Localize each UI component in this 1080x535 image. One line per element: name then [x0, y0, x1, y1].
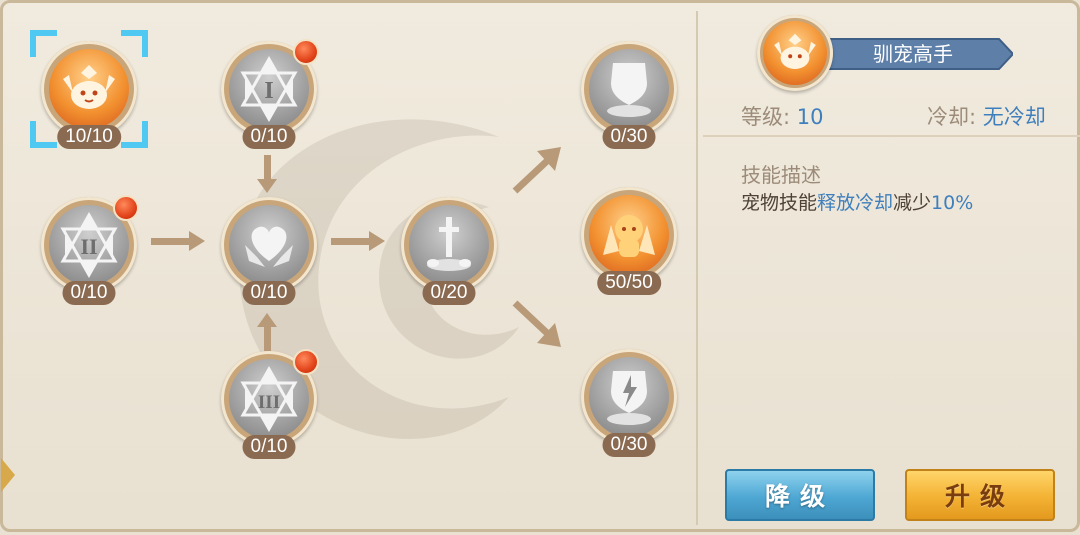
- desc-highlight: 10%: [931, 192, 974, 214]
- skill-level-count: 0/10: [242, 281, 296, 305]
- level-value: 10: [796, 105, 824, 129]
- upgrade-button[interactable]: 升级: [905, 469, 1055, 521]
- skill-level-count: 50/50: [597, 271, 661, 295]
- skill-level-count: 0/10: [62, 281, 116, 305]
- notification-dot: [113, 195, 139, 221]
- skill-node-shield[interactable]: 0/30: [581, 41, 677, 149]
- skill-tree-panel: 10/10 I 0/10 II 0/10 0/10 III 0/10 0/20 …: [0, 0, 1080, 532]
- skill-node-shield-bolt[interactable]: 0/30: [581, 349, 677, 457]
- svg-text:I: I: [264, 78, 273, 104]
- pet-face-icon: [63, 65, 115, 109]
- skill-node-heart[interactable]: 0/10: [221, 197, 317, 305]
- level-label: 等级:: [741, 105, 791, 129]
- arrow-right-icon: [151, 231, 205, 251]
- downgrade-button[interactable]: 降级: [725, 469, 875, 521]
- sword-icon: [427, 217, 471, 271]
- skill-level-count: 0/10: [242, 125, 296, 149]
- description-text: 宠物技能释放冷却减少10%: [741, 188, 973, 215]
- level-stat: 等级: 10: [741, 101, 824, 131]
- cooldown-stat: 冷却: 无冷却: [927, 101, 1046, 131]
- skill-detail-panel: 驯宠高手 等级: 10 冷却: 无冷却 技能描述 宠物技能释放冷却减少10% 降…: [703, 3, 1080, 535]
- desc-highlight: 释放冷却: [817, 192, 894, 214]
- arrow-up-icon: [257, 313, 277, 351]
- shield-icon: [607, 63, 651, 117]
- arrow-down-right-icon: [512, 300, 561, 347]
- skill-level-count: 0/20: [422, 281, 476, 305]
- skill-node-rune-i[interactable]: I 0/10: [221, 39, 319, 149]
- panel-divider: [696, 11, 698, 525]
- detail-divider: [703, 135, 1080, 137]
- arrow-down-icon: [257, 155, 277, 193]
- cooldown-label: 冷却:: [927, 105, 977, 129]
- skill-node-spirit[interactable]: 50/50: [581, 187, 677, 295]
- skill-node-rune-iii[interactable]: III 0/10: [221, 349, 319, 459]
- description-title: 技能描述: [741, 163, 821, 187]
- svg-text:II: II: [80, 234, 97, 259]
- pet-face-icon: [774, 33, 816, 69]
- shield-bolt-icon: [607, 371, 651, 425]
- skill-level-count: 0/30: [602, 433, 656, 457]
- skill-tree: 10/10 I 0/10 II 0/10 0/10 III 0/10 0/20 …: [9, 7, 693, 527]
- skill-node-pet-master[interactable]: 10/10: [30, 30, 148, 149]
- selected-skill-icon: [757, 15, 833, 91]
- skill-level-count: 0/30: [602, 125, 656, 149]
- svg-text:III: III: [258, 392, 280, 413]
- desc-part: 减少: [893, 192, 932, 214]
- heart-wings-icon: [245, 226, 293, 267]
- arrow-right-icon: [331, 231, 385, 251]
- skill-node-sword[interactable]: 0/20: [401, 197, 497, 305]
- skill-name: 驯宠高手: [873, 42, 953, 66]
- skill-level-count: 0/10: [242, 435, 296, 459]
- desc-part: 宠物技能: [741, 192, 818, 214]
- skill-node-rune-ii[interactable]: II 0/10: [41, 195, 139, 305]
- spirit-icon: [603, 215, 655, 257]
- arrow-up-right-icon: [512, 147, 561, 194]
- notification-dot: [293, 349, 319, 375]
- notification-dot: [293, 39, 319, 65]
- skill-level-count: 10/10: [57, 125, 121, 149]
- cooldown-value: 无冷却: [982, 105, 1046, 129]
